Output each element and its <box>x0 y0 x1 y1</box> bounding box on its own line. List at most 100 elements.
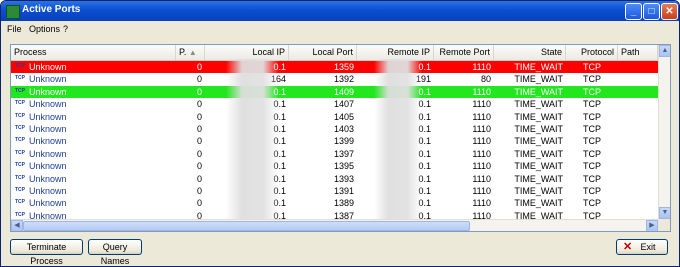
cell-pid: 0 <box>196 99 202 110</box>
cell-path <box>618 148 658 160</box>
cell-local-port: 1399 <box>333 136 354 147</box>
close-button[interactable]: ✕ <box>661 3 678 20</box>
cell-state: TIME_WAIT <box>514 86 563 97</box>
cell-pid: 0 <box>196 86 202 97</box>
cell-local-port: 1409 <box>333 86 354 97</box>
table-row[interactable]: TCP Unknown 0 0.1 1393 0.1 1110 TIME_WAIT TCP <box>11 172 658 185</box>
column-path[interactable]: Path <box>618 45 658 60</box>
scroll-right-icon[interactable]: ▶ <box>646 220 658 231</box>
cell-path <box>618 185 658 197</box>
cell-local-port: 1397 <box>333 148 354 159</box>
table-row[interactable]: TCP Unknown 0 0.1 1391 0.1 1110 TIME_WAIT TCP <box>11 185 658 197</box>
table-row[interactable]: TCP Unknown 0 0.1 1397 0.1 1110 TIME_WAIT TCP <box>11 147 658 160</box>
cell-process: Unknown <box>29 173 67 184</box>
cell-local-port: 1391 <box>333 186 354 196</box>
cell-remote-port: 1110 <box>472 136 491 147</box>
cell-process: Unknown <box>29 198 67 209</box>
ports-list[interactable]: Process P. ▲ Local IP Local Port Remote … <box>10 44 671 232</box>
table-row[interactable]: TCP Unknown 0 0.1 1399 0.1 1110 TIME_WAIT TCP <box>11 135 658 148</box>
column-remote-ip[interactable]: Remote IP <box>357 45 434 60</box>
cell-pid: 0 <box>196 173 202 184</box>
cell-pid: 0 <box>196 136 202 147</box>
table-row[interactable]: TCPUnknown0164139219180TIME_WAITTCP <box>11 73 658 86</box>
cell-protocol: TCP <box>583 74 601 85</box>
cell-protocol: TCP <box>583 148 601 159</box>
horizontal-scroll-thumb[interactable] <box>23 221 470 231</box>
cell-pid: 0 <box>196 124 202 134</box>
menu-options[interactable]: Options <box>29 24 60 34</box>
cell-local-port: 1407 <box>333 99 354 110</box>
menu-file[interactable]: File <box>7 24 22 34</box>
cell-path <box>618 160 658 172</box>
terminate-process-button[interactable]: Terminate Process <box>10 239 83 266</box>
sort-ascending-icon: ▲ <box>188 48 197 57</box>
scroll-down-icon[interactable]: ▼ <box>659 207 670 219</box>
vertical-scrollbar[interactable]: ▲ ▼ <box>658 45 670 219</box>
column-process[interactable]: Process <box>11 45 176 60</box>
exit-button[interactable]: ✕ Exit <box>616 239 668 255</box>
column-state[interactable]: State <box>494 45 566 60</box>
table-row[interactable]: TCP Unknown 0 0.1 1389 0.1 1110 TIME_WAIT TCP <box>11 197 658 210</box>
cell-state: TIME_WAIT <box>514 136 563 147</box>
local-ip-redaction <box>226 59 279 227</box>
column-remote-port[interactable]: Remote Port <box>434 45 494 60</box>
cell-protocol: TCP <box>583 136 601 147</box>
cell-state: TIME_WAIT <box>514 124 563 134</box>
cell-local-port: 1395 <box>333 161 354 172</box>
cell-state: TIME_WAIT <box>514 62 563 72</box>
horizontal-scrollbar[interactable]: ◀ ▶ <box>11 219 658 231</box>
cell-state: TIME_WAIT <box>514 173 563 184</box>
table-row[interactable]: TCP Unknown 0 0.1 1403 0.1 1110 TIME_WAIT TCP <box>11 123 658 135</box>
cell-pid: 0 <box>196 74 202 85</box>
cell-state: TIME_WAIT <box>514 74 563 85</box>
table-row[interactable]: TCP Unknown 0 0.1 1409 0.1 1110 TIME_WAIT TCP <box>11 85 658 98</box>
cell-remote-port: 1110 <box>472 198 491 209</box>
title-bar[interactable]: Active Ports _ □ ✕ <box>1 1 679 21</box>
cell-process: Unknown <box>29 62 67 72</box>
cell-remote-port: 1110 <box>472 161 491 172</box>
cell-process: Unknown <box>29 124 67 134</box>
column-local-ip[interactable]: Local IP <box>205 45 289 60</box>
window-title: Active Ports <box>22 4 81 15</box>
cell-remote-port: 1110 <box>472 62 491 72</box>
cell-protocol: TCP <box>583 62 601 72</box>
cell-path <box>618 73 658 85</box>
menu-help[interactable]: ? <box>63 24 68 34</box>
table-row[interactable]: TCP Unknown 0 0.1 1407 0.1 1110 TIME_WAIT TCP <box>11 98 658 111</box>
close-x-icon: ✕ <box>623 241 633 253</box>
cell-path <box>618 111 658 123</box>
cell-local-port: 1403 <box>333 124 354 134</box>
cell-protocol: TCP <box>583 99 601 110</box>
table-row[interactable]: TCP Unknown 0 0.1 1405 0.1 1110 TIME_WAIT TCP <box>11 110 658 123</box>
column-protocol[interactable]: Protocol <box>566 45 618 60</box>
query-names-button[interactable]: Query Names <box>88 239 142 266</box>
cell-remote-port: 1110 <box>472 148 491 159</box>
cell-process: Unknown <box>29 74 67 85</box>
cell-state: TIME_WAIT <box>514 161 563 172</box>
cell-protocol: TCP <box>583 198 601 209</box>
cell-path <box>618 86 658 98</box>
column-local-port[interactable]: Local Port <box>289 45 357 60</box>
cell-protocol: TCP <box>583 86 601 97</box>
cell-process: Unknown <box>29 148 67 159</box>
cell-path <box>618 123 658 135</box>
cell-pid: 0 <box>196 198 202 209</box>
exit-label: Exit <box>640 242 656 252</box>
list-header: Process P. ▲ Local IP Local Port Remote … <box>11 45 658 61</box>
cell-remote-port: 80 <box>480 74 491 85</box>
minimize-button[interactable]: _ <box>625 3 642 20</box>
scroll-left-icon[interactable]: ◀ <box>11 220 23 231</box>
cell-process: Unknown <box>29 161 67 172</box>
cell-pid: 0 <box>196 161 202 172</box>
scroll-up-icon[interactable]: ▲ <box>659 45 670 57</box>
cell-process: Unknown <box>29 86 67 97</box>
column-pid[interactable]: P. ▲ <box>176 45 205 60</box>
table-row[interactable]: TCP Unknown 0 0.1 1395 0.1 1110 TIME_WAIT TCP <box>11 160 658 173</box>
maximize-button[interactable]: □ <box>643 3 660 20</box>
table-row[interactable]: TCP Unknown 0 0.1 1359 0.1 1110 TIME_WAIT TCP <box>11 61 658 73</box>
cell-process: Unknown <box>29 99 67 110</box>
cell-pid: 0 <box>196 62 202 72</box>
cell-remote-port: 1110 <box>472 111 491 122</box>
cell-local-port: 1393 <box>333 173 354 184</box>
cell-state: TIME_WAIT <box>514 198 563 209</box>
